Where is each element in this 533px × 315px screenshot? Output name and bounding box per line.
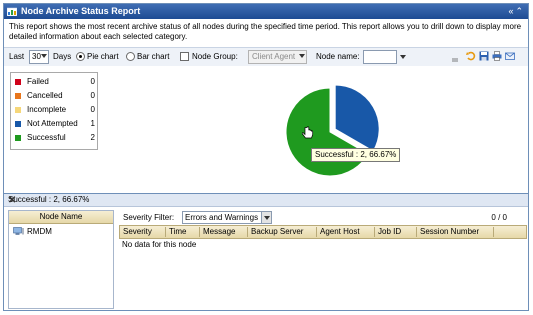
pie-chart-label[interactable]: Pie chart <box>87 52 119 61</box>
node-name-header-label: Node Name <box>39 212 83 221</box>
node-name-column-header[interactable]: Node Name <box>9 211 113 224</box>
chart-legend: Failed 0 Cancelled 0 Incomplete 0 Not Attempte… <box>10 72 98 150</box>
node-group-checkbox[interactable] <box>180 52 189 61</box>
chevron-down-icon[interactable] <box>261 212 271 223</box>
legend-label: Not Attempted <box>27 119 78 128</box>
title-bar: Node Archive Status Report «⌃ <box>4 4 528 19</box>
column-header[interactable]: Backup Server <box>248 227 317 237</box>
legend-label: Incomplete <box>27 105 67 114</box>
legend-value: 0 <box>90 91 95 100</box>
email-icon[interactable] <box>505 51 515 61</box>
node-group-label: Node Group: <box>192 52 238 61</box>
legend-item[interactable]: Not Attempted 1 <box>15 119 95 129</box>
column-header[interactable]: Message <box>200 227 248 237</box>
days-label: Days <box>53 52 72 61</box>
node-group-select: Client Agent <box>248 50 307 64</box>
legend-item[interactable]: Incomplete 0 <box>15 105 95 115</box>
pie-tooltip: Successful : 2, 66.67% <box>311 148 401 162</box>
legend-item[interactable]: Cancelled 0 <box>15 91 95 101</box>
severity-filter-bar: Severity Filter: Errors and Warnings 0 /… <box>121 210 525 224</box>
window-title: Node Archive Status Report <box>21 6 141 16</box>
legend-label: Successful <box>27 133 66 142</box>
legend-label: Failed <box>27 77 49 86</box>
print-icon[interactable] <box>492 51 502 61</box>
bar-chart-radio[interactable] <box>126 52 135 61</box>
record-count: 0 / 0 <box>491 213 507 222</box>
severity-filter-select[interactable]: Errors and Warnings <box>182 211 272 224</box>
legend-swatch <box>15 107 21 113</box>
column-header[interactable]: Session Number <box>417 227 494 237</box>
bar-chart-label[interactable]: Bar chart <box>137 52 169 61</box>
legend-value: 1 <box>90 119 95 128</box>
legend-value: 0 <box>90 77 95 86</box>
chevron-down-icon <box>299 54 305 58</box>
refresh-icon[interactable] <box>466 51 476 61</box>
legend-swatch <box>15 79 21 85</box>
days-value: 30 <box>32 52 41 61</box>
days-select[interactable]: 30 <box>29 50 49 64</box>
legend-swatch <box>15 135 21 141</box>
report-description: This report shows the most recent archiv… <box>9 22 522 41</box>
legend-swatch <box>15 93 21 99</box>
collapse-buttons[interactable]: «⌃ <box>508 6 525 17</box>
computer-icon <box>13 227 24 235</box>
column-header[interactable]: Time <box>166 227 200 237</box>
last-label: Last <box>9 52 25 61</box>
resize-icon[interactable] <box>452 57 458 63</box>
legend-item[interactable]: Successful 2 <box>15 133 95 143</box>
list-item[interactable]: RMDM <box>11 226 111 237</box>
legend-item[interactable]: Failed 0 <box>15 77 95 87</box>
empty-message: No data for this node <box>122 240 197 249</box>
node-name-dropdown-icon[interactable] <box>400 55 406 59</box>
hand-cursor-icon <box>302 126 314 139</box>
node-group-value: Client Agent <box>252 52 296 61</box>
chart-area: Failed 0 Cancelled 0 Incomplete 0 Not Attempte… <box>4 66 528 191</box>
close-icon[interactable]: ✕ <box>8 195 524 206</box>
filter-toolbar: Last 30 Days Pie chart Bar chart Node Gr… <box>4 47 528 67</box>
column-header[interactable]: Agent Host <box>317 227 375 237</box>
legend-swatch <box>15 121 21 127</box>
legend-label: Cancelled <box>27 91 63 100</box>
node-list-pane: Node Name RMDM <box>8 210 114 309</box>
pie-chart[interactable] <box>280 82 380 182</box>
legend-value: 2 <box>90 133 95 142</box>
severity-filter-value: Errors and Warnings <box>185 213 259 222</box>
detail-header: Successful : 2, 66.67% ✕ <box>4 194 528 207</box>
severity-filter-label: Severity Filter: <box>123 213 175 222</box>
save-icon[interactable] <box>479 51 489 61</box>
report-window: Node Archive Status Report «⌃ This repor… <box>3 3 529 311</box>
pie-chart-radio[interactable] <box>76 52 85 61</box>
log-table-header: Severity Time Message Backup Server Agen… <box>119 225 527 239</box>
node-name: RMDM <box>27 227 52 236</box>
chevron-down-icon <box>41 54 47 58</box>
node-name-input[interactable] <box>363 50 397 64</box>
detail-panel: Successful : 2, 66.67% ✕ Node Name RMDM … <box>4 193 528 310</box>
node-name-label: Node name: <box>316 52 360 61</box>
column-header[interactable]: Severity <box>120 227 166 237</box>
legend-value: 0 <box>90 105 95 114</box>
column-header[interactable]: Job ID <box>375 227 417 237</box>
report-icon <box>7 7 17 16</box>
